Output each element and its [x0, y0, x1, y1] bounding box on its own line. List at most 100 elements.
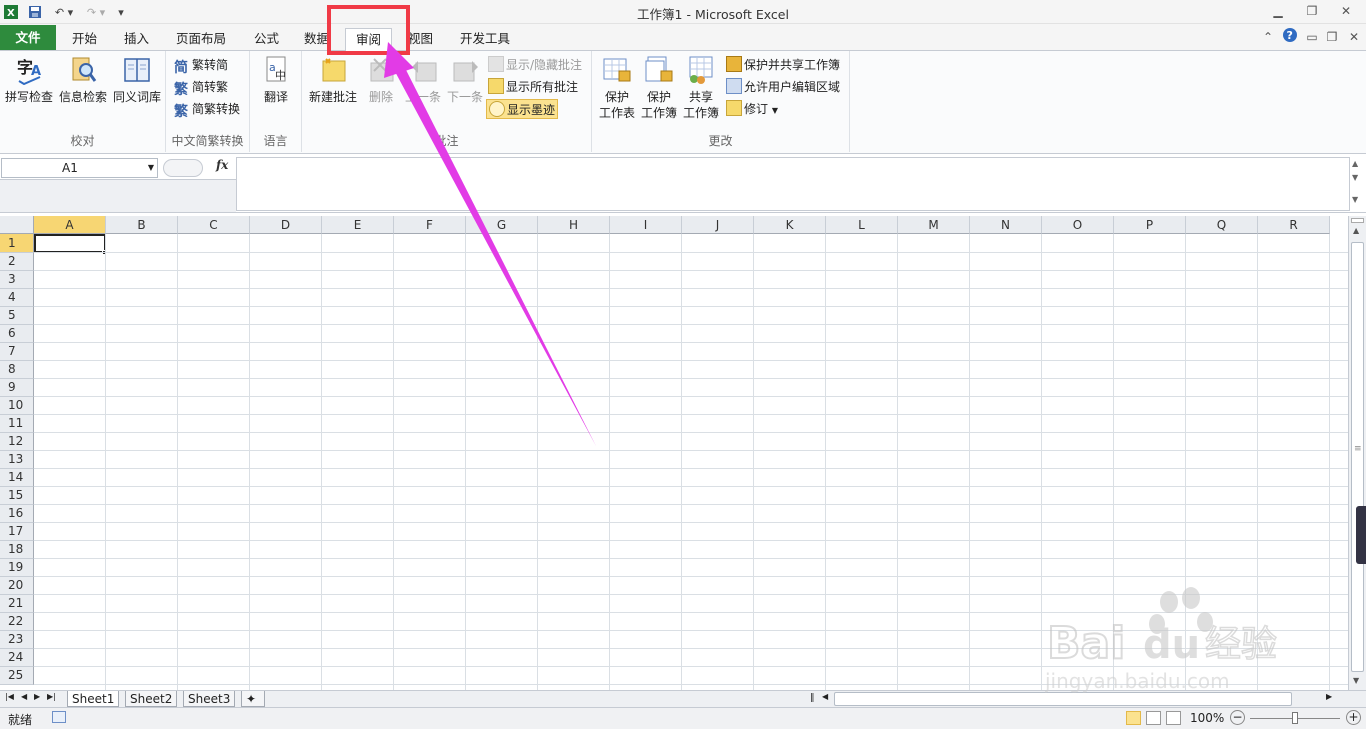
share-workbook-button[interactable]: 共享 工作簿 — [678, 55, 724, 121]
active-cell[interactable] — [34, 234, 106, 253]
row-header-22[interactable]: 22 — [0, 613, 34, 631]
first-sheet-icon[interactable]: |◀ — [5, 692, 14, 701]
hscroll-left-icon[interactable]: ◀ — [822, 692, 828, 701]
insert-function-icon[interactable]: fx — [216, 158, 228, 172]
new-comment-button[interactable]: 新建批注 — [306, 55, 360, 105]
row-header-24[interactable]: 24 — [0, 649, 34, 667]
zoom-level[interactable]: 100% — [1190, 711, 1224, 725]
column-header-r[interactable]: R — [1258, 216, 1330, 234]
chevron-down-icon[interactable]: ▼ — [148, 159, 154, 177]
research-button[interactable]: 信息检索 — [56, 55, 110, 105]
column-header-f[interactable]: F — [394, 216, 466, 234]
insert-sheet-icon[interactable]: ✦ — [241, 691, 265, 707]
split-box[interactable] — [1351, 218, 1364, 223]
spelling-button[interactable]: 字A 拼写检查 — [4, 55, 54, 105]
workbook-restore-button[interactable]: ❐ — [1320, 28, 1344, 46]
column-header-p[interactable]: P — [1114, 216, 1186, 234]
column-header-m[interactable]: M — [898, 216, 970, 234]
tab-formulas[interactable]: 公式 — [244, 28, 289, 51]
row-header-2[interactable]: 2 — [0, 253, 34, 271]
macro-record-icon[interactable] — [52, 711, 66, 723]
row-header-10[interactable]: 10 — [0, 397, 34, 415]
restore-window-button[interactable]: ❐ — [1300, 2, 1324, 20]
row-header-8[interactable]: 8 — [0, 361, 34, 379]
tab-home[interactable]: 开始 — [62, 28, 107, 51]
to-simplified-button[interactable]: 简繁转简 — [174, 55, 228, 76]
formula-expand-icon[interactable]: ▼ — [1352, 195, 1358, 204]
row-header-13[interactable]: 13 — [0, 451, 34, 469]
sheet-tab-sheet3[interactable]: Sheet3 — [183, 691, 236, 707]
help-icon[interactable]: ? — [1278, 27, 1302, 45]
allow-edit-ranges-button[interactable]: 允许用户编辑区域 — [726, 77, 840, 97]
row-header-18[interactable]: 18 — [0, 541, 34, 559]
row-header-5[interactable]: 5 — [0, 307, 34, 325]
tab-insert[interactable]: 插入 — [114, 28, 159, 51]
column-header-g[interactable]: G — [466, 216, 538, 234]
column-header-o[interactable]: O — [1042, 216, 1114, 234]
to-traditional-button[interactable]: 繁简转繁 — [174, 77, 228, 98]
row-header-16[interactable]: 16 — [0, 505, 34, 523]
translate-button[interactable]: a中 翻译 — [251, 55, 301, 105]
row-header-4[interactable]: 4 — [0, 289, 34, 307]
row-header-21[interactable]: 21 — [0, 595, 34, 613]
row-header-1[interactable]: 1 — [0, 234, 34, 253]
row-header-25[interactable]: 25 — [0, 667, 34, 685]
column-header-a[interactable]: A — [34, 216, 106, 234]
row-header-15[interactable]: 15 — [0, 487, 34, 505]
select-all-corner[interactable] — [0, 216, 34, 234]
zoom-in-icon[interactable]: + — [1346, 710, 1361, 725]
page-layout-view-icon[interactable] — [1146, 711, 1161, 725]
row-header-23[interactable]: 23 — [0, 631, 34, 649]
page-break-view-icon[interactable] — [1166, 711, 1181, 725]
column-header-d[interactable]: D — [250, 216, 322, 234]
protect-share-workbook-button[interactable]: 保护并共享工作簿 — [726, 55, 840, 75]
convert-button[interactable]: 繁简繁转换 — [174, 99, 240, 120]
thesaurus-button[interactable]: 同义词库 — [110, 55, 164, 105]
column-header-k[interactable]: K — [754, 216, 826, 234]
tab-split-icon[interactable]: ‖ — [810, 693, 815, 703]
column-header-e[interactable]: E — [322, 216, 394, 234]
sheet-tab-sheet2[interactable]: Sheet2 — [125, 691, 178, 707]
protect-sheet-button[interactable]: 保护 工作表 — [594, 55, 640, 121]
column-header-i[interactable]: I — [610, 216, 682, 234]
tab-developer[interactable]: 开发工具 — [450, 28, 520, 51]
row-header-17[interactable]: 17 — [0, 523, 34, 541]
show-hide-comment-button[interactable]: 显示/隐藏批注 — [488, 55, 582, 75]
show-all-comments-button[interactable]: 显示所有批注 — [488, 77, 578, 97]
row-header-9[interactable]: 9 — [0, 379, 34, 397]
show-ink-button[interactable]: 显示墨迹 — [486, 99, 559, 119]
protect-workbook-button[interactable]: 保护 工作簿 — [636, 55, 682, 121]
prev-sheet-icon[interactable]: ◀ — [21, 692, 27, 701]
row-header-7[interactable]: 7 — [0, 343, 34, 361]
row-header-14[interactable]: 14 — [0, 469, 34, 487]
scroll-up-icon[interactable]: ▲ — [1353, 226, 1359, 235]
column-header-j[interactable]: J — [682, 216, 754, 234]
column-header-h[interactable]: H — [538, 216, 610, 234]
formula-input[interactable] — [236, 157, 1350, 211]
scroll-down-icon[interactable]: ▼ — [1353, 676, 1359, 685]
horizontal-scroll-thumb[interactable] — [834, 692, 1292, 706]
column-header-l[interactable]: L — [826, 216, 898, 234]
next-comment-button[interactable]: 下一条 — [440, 55, 490, 105]
minimize-window-button[interactable]: ▁ — [1266, 2, 1290, 20]
name-box[interactable]: A1 ▼ — [1, 158, 158, 178]
close-window-button[interactable]: ✕ — [1334, 2, 1358, 20]
tab-page-layout[interactable]: 页面布局 — [166, 28, 236, 51]
row-header-12[interactable]: 12 — [0, 433, 34, 451]
normal-view-icon[interactable] — [1126, 711, 1141, 725]
sheet-tab-sheet1[interactable]: Sheet1 — [67, 691, 120, 707]
hscroll-right-icon[interactable]: ▶ — [1326, 692, 1332, 701]
last-sheet-icon[interactable]: ▶| — [47, 692, 56, 701]
formula-scroll-down-icon[interactable]: ▼ — [1352, 173, 1358, 182]
formula-scroll-up-icon[interactable]: ▲ — [1352, 159, 1358, 168]
scroll-thumb[interactable] — [1351, 242, 1364, 672]
row-header-11[interactable]: 11 — [0, 415, 34, 433]
column-header-b[interactable]: B — [106, 216, 178, 234]
zoom-slider-thumb[interactable] — [1292, 712, 1298, 724]
collapse-ribbon-icon[interactable]: ⌃ — [1256, 28, 1280, 46]
row-header-6[interactable]: 6 — [0, 325, 34, 343]
column-header-c[interactable]: C — [178, 216, 250, 234]
row-header-19[interactable]: 19 — [0, 559, 34, 577]
workbook-close-button[interactable]: ✕ — [1342, 28, 1366, 46]
formula-bar-splitter-icon[interactable] — [163, 159, 203, 177]
